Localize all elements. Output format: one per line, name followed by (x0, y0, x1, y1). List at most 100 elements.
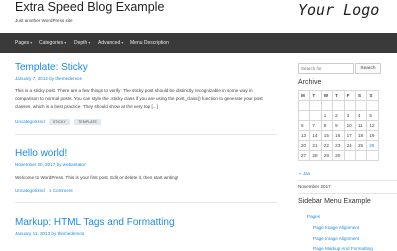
calendar-day: 3 (343, 110, 356, 121)
calendar-day: 4 (354, 110, 368, 121)
category-link[interactable]: Uncategorized (15, 188, 45, 193)
calendar-day: 27 (297, 150, 311, 161)
calendar-week-row: 20 21 22 23 24 25 26 (297, 140, 379, 151)
main-navigation: Pages▾ Categories▾ Depth▾ Advanced▾ Menu… (0, 33, 397, 53)
calendar-day: 15 (320, 130, 334, 141)
tag-badge[interactable]: TEMPLATE (74, 119, 101, 125)
calendar-day (366, 100, 379, 111)
chevron-down-icon: ▾ (121, 40, 124, 45)
calendar: M T W T F S S 1 2 3 4 5 6 7 8 9 10 11 12 13 14 15 16 17 18 19 20 21… (297, 90, 379, 161)
calendar-day (309, 100, 322, 111)
calendar-day: 19 (366, 130, 379, 141)
calendar-week-row (297, 100, 379, 111)
post-title[interactable]: Template: Sticky (15, 62, 88, 73)
post-meta[interactable]: January 7, 2012 by themedemos (15, 76, 82, 81)
calendar-week-row: 13 14 15 16 17 18 19 (297, 130, 379, 141)
calendar-day (354, 100, 368, 111)
calendar-day: 24 (343, 140, 356, 151)
nav-item-advanced[interactable]: Advanced▾ (98, 33, 123, 53)
archive-widget-title: Archive (298, 79, 322, 86)
calendar-day (354, 150, 368, 161)
sidebar-menu-item[interactable]: Page Markup And Formatting (313, 246, 373, 251)
sidebar-menu-item[interactable]: Page Image Alignment (313, 225, 359, 230)
sidebar: Search Archive MTWTFSS123456789101112131… (297, 53, 397, 251)
calendar-day: 1 (320, 110, 334, 121)
calendar-day (297, 100, 311, 111)
calendar-weekday: T (332, 90, 345, 101)
calendar-day: 16 (332, 130, 345, 141)
calendar-weekday: F (343, 90, 356, 101)
calendar-day: 23 (332, 140, 345, 151)
post-meta[interactable]: November 20, 2017 by webantator (15, 162, 85, 167)
site-logo[interactable]: Your Logo (298, 1, 379, 19)
calendar-day (332, 100, 345, 111)
post-hello-world: Hello world! November 20, 2017 by webant… (15, 148, 277, 208)
tag-badge[interactable]: STICKY (48, 119, 70, 125)
post-meta[interactable]: January 11, 2013 by themedemos (15, 231, 84, 236)
calendar-day (343, 100, 356, 111)
calendar-week-row: 12345 (297, 110, 379, 121)
post-footer: Uncategorized 1 Comment (15, 188, 73, 193)
calendar-day (366, 150, 379, 161)
calendar-weekday-row: MTWTFSS (297, 90, 379, 101)
calendar-day: 5 (366, 110, 379, 121)
calendar-day[interactable]: 26 (366, 140, 379, 151)
calendar-day: 6 (297, 120, 311, 131)
calendar-week-row: 27 28 29 30 (297, 150, 379, 161)
post-divider (15, 134, 277, 135)
chevron-down-icon: ▾ (64, 40, 67, 45)
post-sticky: Template: Sticky January 7, 2012 by them… (15, 62, 277, 142)
calendar-day: 8 (320, 120, 334, 131)
calendar-day (343, 150, 356, 161)
sidebar-menu-title: Sidebar Menu Example (298, 198, 371, 205)
nav-item-categories[interactable]: Categories▾ (39, 33, 66, 53)
post-footer: Uncategorized STICKY TEMPLATE (15, 119, 101, 125)
nav-item-depth[interactable]: Depth▾ (74, 33, 90, 53)
calendar-prev-link[interactable]: « Jan (299, 171, 310, 176)
post-divider (15, 202, 277, 203)
sidebar-menu-item-pages[interactable]: Pages (307, 214, 320, 219)
calendar-weekday: S (366, 90, 379, 101)
search-button[interactable]: Search (355, 63, 381, 74)
calendar-day: 11 (354, 120, 368, 131)
sidebar-menu-item[interactable]: Page Image Alignment (313, 236, 359, 241)
calendar-day: 14 (309, 130, 322, 141)
post-title[interactable]: Markup: HTML Tags and Formatting (15, 217, 175, 228)
site-title[interactable]: Extra Speed Blog Example (15, 0, 164, 14)
chevron-down-icon: ▾ (88, 40, 91, 45)
nav-item-categories-label: Categories (39, 40, 64, 46)
archive-month-label: November 2017 (298, 184, 331, 189)
nav-item-depth-label: Depth (74, 40, 88, 46)
calendar-weekday: W (320, 90, 334, 101)
sidebar-divider (298, 180, 397, 181)
search-input[interactable] (298, 63, 354, 74)
calendar-weekday: S (354, 90, 368, 101)
calendar-day: 7 (309, 120, 322, 131)
calendar-day (297, 110, 311, 121)
post-list: Template: Sticky January 7, 2012 by them… (15, 53, 277, 250)
calendar-day (320, 100, 334, 111)
calendar-weekday: M (297, 90, 311, 101)
calendar-day: 28 (309, 150, 322, 161)
nav-item-advanced-label: Advanced (98, 40, 121, 46)
calendar-day: 9 (332, 120, 345, 131)
calendar-day (309, 110, 322, 121)
category-link[interactable]: Uncategorized (15, 119, 45, 124)
post-title[interactable]: Hello world! (15, 148, 67, 159)
comments-link[interactable]: 1 Comment (49, 188, 73, 193)
calendar-day: 18 (354, 130, 368, 141)
post-excerpt: Welcome to WordPress. This is your first… (15, 175, 179, 180)
nav-item-pages[interactable]: Pages▾ (15, 33, 32, 53)
chevron-down-icon: ▾ (30, 40, 33, 45)
calendar-day: 10 (343, 120, 356, 131)
nav-item-menu-description[interactable]: Menu Description (130, 33, 169, 53)
calendar-day: 20 (297, 140, 311, 151)
calendar-week-row: 6 7 8 9 10 11 12 (297, 120, 379, 131)
calendar-weekday: T (309, 90, 322, 101)
nav-item-pages-label: Pages (15, 40, 30, 46)
calendar-day: 22 (320, 140, 334, 151)
calendar-day: 29 (320, 150, 334, 161)
post-markup: Markup: HTML Tags and Formatting January… (15, 217, 277, 250)
sidebar-divider (298, 193, 397, 194)
post-excerpt: This is a sticky post. There are a few t… (15, 88, 263, 109)
